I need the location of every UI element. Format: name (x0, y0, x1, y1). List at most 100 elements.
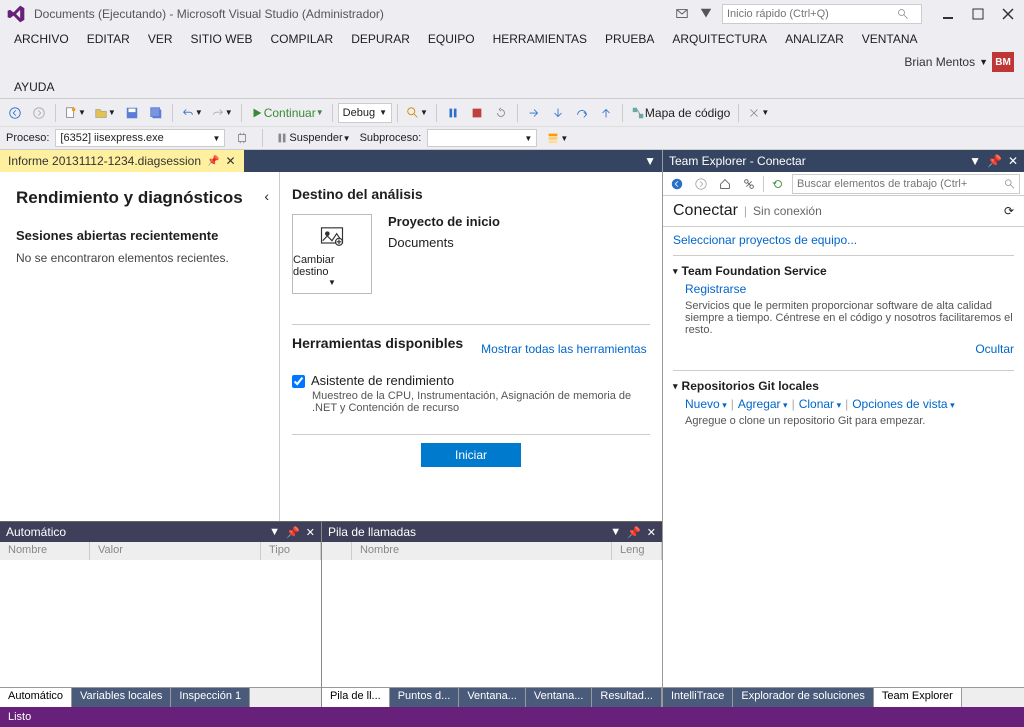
codemap-button[interactable]: Mapa de código (628, 102, 733, 124)
save-button[interactable] (121, 102, 143, 124)
git-new-link[interactable]: Nuevo (685, 397, 727, 411)
menu-compilar[interactable]: COMPILAR (263, 28, 342, 50)
tab-team-explorer[interactable]: Team Explorer (874, 688, 962, 707)
menu-arquitectura[interactable]: ARQUITECTURA (664, 28, 775, 50)
available-tools-title: Herramientas disponibles (292, 335, 463, 351)
te-body: Seleccionar proyectos de equipo... Team … (663, 227, 1024, 687)
stop-button[interactable] (466, 102, 488, 124)
window-title: Documents (Ejecutando) - Microsoft Visua… (34, 7, 384, 21)
start-button[interactable]: Iniciar (421, 443, 521, 467)
close-button[interactable] (998, 4, 1018, 24)
git-title[interactable]: Repositorios Git locales (673, 379, 1014, 393)
find-button[interactable]: ▼ (403, 102, 431, 124)
menu-editar[interactable]: EDITAR (79, 28, 138, 50)
tab-puntos[interactable]: Puntos d... (390, 688, 460, 707)
git-view-options-link[interactable]: Opciones de vista (852, 397, 954, 411)
minimize-button[interactable] (938, 4, 958, 24)
process-combo[interactable]: [6352] iisexpress.exe▼ (55, 129, 225, 147)
te-search[interactable] (792, 174, 1020, 194)
te-refresh-button[interactable] (768, 174, 788, 194)
tab-dropdown-icon[interactable]: ▼ (644, 154, 656, 168)
te-fwd-button[interactable] (691, 174, 711, 194)
te-close-icon[interactable]: ✕ (1008, 154, 1018, 168)
close-tab-icon[interactable]: ✕ (225, 154, 235, 168)
te-connect-button[interactable] (739, 174, 759, 194)
tab-automatico[interactable]: Automático (0, 688, 72, 707)
te-pin-icon[interactable]: 📌 (987, 154, 1002, 168)
show-all-tools-link[interactable]: Mostrar todas las herramientas (481, 342, 646, 356)
git-add-link[interactable]: Agregar (738, 397, 788, 411)
git-clone-link[interactable]: Clonar (799, 397, 841, 411)
panel-pin-icon[interactable]: 📌 (286, 526, 300, 539)
tab-pila[interactable]: Pila de ll... (322, 688, 390, 707)
tab-intellitrace[interactable]: IntelliTrace (663, 688, 733, 707)
suspend-button[interactable]: Suspender ▼ (272, 127, 353, 149)
callstack-panel: Pila de llamadas ▼📌✕ Nombre Leng Pila de… (322, 522, 662, 707)
te-dropdown-icon[interactable]: ▼ (969, 154, 981, 168)
save-all-button[interactable] (145, 102, 167, 124)
te-back-button[interactable] (667, 174, 687, 194)
menu-archivo[interactable]: ARCHIVO (6, 28, 77, 50)
tfs-register-link[interactable]: Registrarse (685, 282, 746, 296)
step-into-button[interactable] (547, 102, 569, 124)
step-over-button[interactable] (571, 102, 593, 124)
user-badge[interactable]: BM (992, 52, 1014, 72)
te-home-button[interactable] (715, 174, 735, 194)
maximize-button[interactable] (968, 4, 988, 24)
subprocess-combo[interactable]: ▼ (427, 129, 537, 147)
tfs-hide-link[interactable]: Ocultar (975, 342, 1014, 356)
team-explorer-pane: Team Explorer - Conectar ▼📌✕ Conectar | … (663, 150, 1024, 707)
change-target-button[interactable]: Cambiar destino ▼ (292, 214, 372, 294)
redo-button[interactable]: ▼ (208, 102, 236, 124)
te-page-dropdown-icon[interactable]: ⟳ (1004, 204, 1014, 218)
menu-prueba[interactable]: PRUEBA (597, 28, 662, 50)
menu-ventana[interactable]: VENTANA (854, 28, 926, 50)
panel-close-icon[interactable]: ✕ (647, 526, 656, 539)
menu-herramientas[interactable]: HERRAMIENTAS (485, 28, 595, 50)
tab-variables-locales[interactable]: Variables locales (72, 688, 171, 707)
notifications-icon[interactable] (674, 6, 690, 22)
step-out-button[interactable] (595, 102, 617, 124)
nav-back-button[interactable] (4, 102, 26, 124)
tab-solution-explorer[interactable]: Explorador de soluciones (733, 688, 874, 707)
step-next-button[interactable] (523, 102, 545, 124)
config-combo[interactable]: Debug▼ (338, 103, 392, 123)
panel-close-icon[interactable]: ✕ (306, 526, 315, 539)
undo-button[interactable]: ▼ (178, 102, 206, 124)
continue-button[interactable]: Continuar ▼ (247, 102, 327, 124)
panel-dropdown-icon[interactable]: ▼ (610, 526, 621, 539)
menu-analizar[interactable]: ANALIZAR (777, 28, 852, 50)
tab-inspeccion[interactable]: Inspección 1 (171, 688, 250, 707)
document-tab[interactable]: Informe 20131112-1234.diagsession 📌 ✕ (0, 150, 244, 172)
tab-ventana2[interactable]: Ventana... (526, 688, 593, 707)
open-button[interactable]: ▼ (91, 102, 119, 124)
te-search-input[interactable] (797, 178, 1004, 190)
select-team-projects-link[interactable]: Seleccionar proyectos de equipo... (673, 233, 857, 247)
tool-checkbox[interactable] (292, 375, 305, 388)
menu-equipo[interactable]: EQUIPO (420, 28, 483, 50)
tab-ventana1[interactable]: Ventana... (459, 688, 526, 707)
menu-depurar[interactable]: DEPURAR (343, 28, 418, 50)
pin-icon[interactable]: 📌 (207, 156, 219, 167)
user-name[interactable]: Brian Mentos (904, 55, 975, 69)
new-item-button[interactable]: ▼ (61, 102, 89, 124)
panel-dropdown-icon[interactable]: ▼ (269, 526, 280, 539)
quick-launch-search[interactable] (722, 4, 922, 24)
nav-fwd-button[interactable] (28, 102, 50, 124)
menu-ayuda[interactable]: AYUDA (6, 76, 62, 98)
vs-logo-icon (6, 4, 26, 24)
tab-resultados[interactable]: Resultad... (592, 688, 662, 707)
menu-sitio-web[interactable]: SITIO WEB (183, 28, 261, 50)
stack-icon[interactable]: ▼ (543, 127, 571, 149)
pause-button[interactable] (442, 102, 464, 124)
misc-button[interactable]: ▼ (744, 102, 772, 124)
quick-launch-input[interactable] (727, 8, 897, 20)
restart-button[interactable] (490, 102, 512, 124)
menu-ver[interactable]: VER (140, 28, 181, 50)
feedback-icon[interactable] (698, 6, 714, 22)
callstack-title: Pila de llamadas (328, 525, 416, 539)
collapse-sidebar-icon[interactable]: ‹ (264, 188, 269, 204)
thread-icon[interactable] (231, 127, 253, 149)
tfs-title[interactable]: Team Foundation Service (673, 264, 1014, 278)
panel-pin-icon[interactable]: 📌 (627, 526, 641, 539)
